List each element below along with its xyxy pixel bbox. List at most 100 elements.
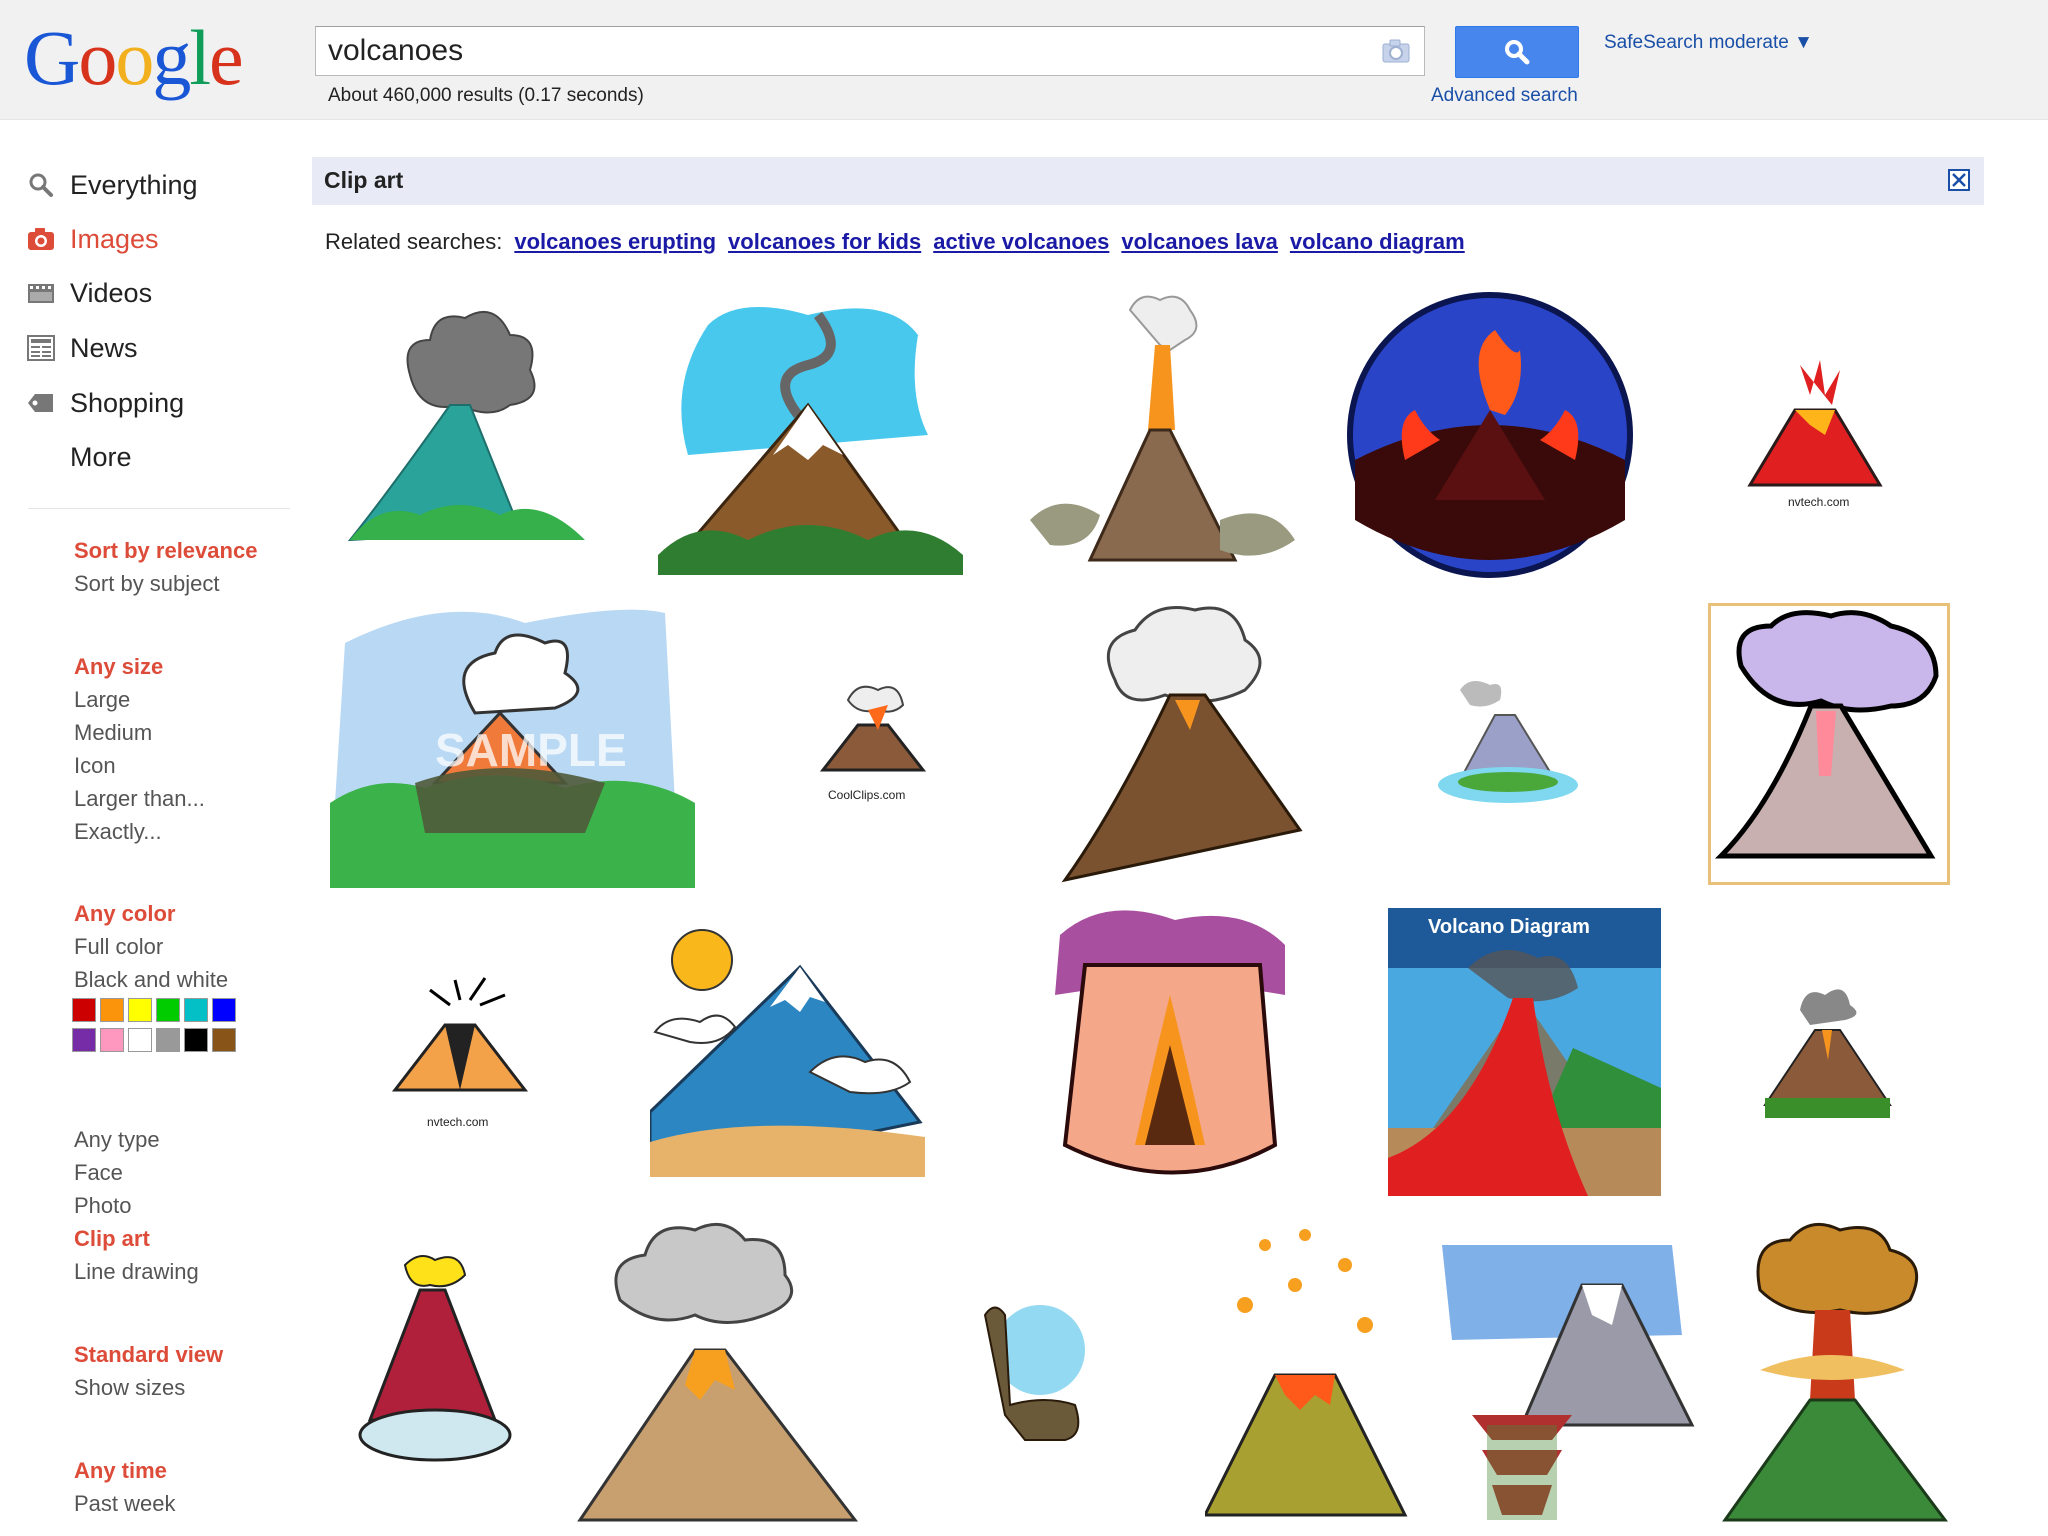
image-result[interactable] bbox=[1055, 600, 1310, 890]
nav-item-label: Shopping bbox=[70, 387, 185, 418]
image-result[interactable] bbox=[1430, 670, 1585, 810]
logo-letter: G bbox=[24, 14, 80, 101]
color-swatch[interactable] bbox=[184, 998, 208, 1022]
color-swatch[interactable] bbox=[156, 1028, 180, 1052]
tool-full-color[interactable]: Full color bbox=[74, 933, 163, 961]
tool-type-line-drawing[interactable]: Line drawing bbox=[74, 1258, 199, 1286]
color-swatch[interactable] bbox=[128, 1028, 152, 1052]
close-icon[interactable] bbox=[1948, 169, 1970, 191]
tool-size-medium[interactable]: Medium bbox=[74, 719, 152, 747]
image-result[interactable] bbox=[1045, 905, 1295, 1200]
color-swatch[interactable] bbox=[72, 1028, 96, 1052]
related-link[interactable]: volcanoes erupting bbox=[514, 229, 716, 254]
header-bar: Google SafeSearch moderate ▼ About 460,0… bbox=[0, 0, 2048, 120]
nav-item-label: Everything bbox=[70, 169, 198, 200]
sample-watermark: SAMPLE bbox=[435, 724, 627, 776]
nav-item-label: Images bbox=[70, 223, 159, 254]
image-result[interactable] bbox=[1432, 1225, 1702, 1525]
image-result[interactable] bbox=[575, 1220, 860, 1530]
newspaper-icon bbox=[26, 333, 56, 363]
image-result[interactable] bbox=[650, 922, 925, 1177]
tool-type-photo[interactable]: Photo bbox=[74, 1192, 132, 1220]
diagram-title: Volcano Diagram bbox=[1428, 916, 1590, 938]
nav-item-everything[interactable]: Everything bbox=[26, 165, 198, 205]
image-result[interactable]: nvtech.com bbox=[1740, 355, 1890, 515]
camera-icon[interactable] bbox=[1382, 39, 1410, 63]
image-result[interactable] bbox=[340, 290, 600, 560]
image-result[interactable] bbox=[1708, 603, 1950, 885]
related-link[interactable]: active volcanoes bbox=[933, 229, 1109, 254]
watermark-text: CoolClips.com bbox=[828, 788, 906, 802]
tool-any-color[interactable]: Any color bbox=[74, 900, 175, 928]
tool-any-type[interactable]: Any type bbox=[74, 1126, 160, 1154]
color-swatch[interactable] bbox=[212, 1028, 236, 1052]
image-result[interactable] bbox=[965, 1295, 1095, 1445]
logo-letter: o bbox=[115, 14, 154, 101]
image-result[interactable] bbox=[648, 295, 968, 585]
related-label: Related searches: bbox=[325, 229, 503, 254]
related-link[interactable]: volcanoes for kids bbox=[728, 229, 921, 254]
nav-item-label: News bbox=[70, 332, 138, 363]
image-result[interactable]: nvtech.com bbox=[385, 970, 535, 1129]
tool-any-time[interactable]: Any time bbox=[74, 1457, 167, 1485]
nav-item-label: Videos bbox=[70, 277, 153, 308]
safesearch-menu[interactable]: SafeSearch moderate ▼ bbox=[1604, 32, 1813, 54]
image-result[interactable]: CoolClips.com bbox=[808, 680, 938, 802]
tool-standard-view[interactable]: Standard view bbox=[74, 1341, 223, 1369]
image-result[interactable]: Volcano Diagram bbox=[1388, 908, 1661, 1196]
tag-icon bbox=[26, 388, 56, 418]
search-box[interactable] bbox=[315, 26, 1425, 76]
related-link[interactable]: volcano diagram bbox=[1290, 229, 1465, 254]
tool-size-exactly[interactable]: Exactly... bbox=[74, 818, 162, 846]
google-logo[interactable]: Google bbox=[24, 8, 244, 108]
nav-item-shopping[interactable]: Shopping bbox=[26, 383, 184, 423]
image-result[interactable] bbox=[1760, 980, 1895, 1125]
search-button[interactable] bbox=[1455, 26, 1579, 78]
nav-item-images[interactable]: Images bbox=[26, 219, 159, 259]
search-icon bbox=[26, 170, 56, 200]
color-swatch[interactable] bbox=[72, 998, 96, 1022]
film-icon bbox=[26, 278, 56, 308]
color-swatches bbox=[72, 998, 262, 1058]
color-swatch[interactable] bbox=[100, 1028, 124, 1052]
advanced-search-link[interactable]: Advanced search bbox=[1431, 85, 1578, 107]
search-icon bbox=[1505, 40, 1530, 65]
image-result[interactable] bbox=[1720, 1220, 1950, 1525]
image-result[interactable] bbox=[350, 1250, 530, 1490]
nav-item-videos[interactable]: Videos bbox=[26, 273, 152, 313]
tool-black-and-white[interactable]: Black and white bbox=[74, 966, 228, 994]
color-swatch[interactable] bbox=[184, 1028, 208, 1052]
watermark-text: nvtech.com bbox=[1788, 495, 1850, 509]
tool-type-face[interactable]: Face bbox=[74, 1159, 123, 1187]
nav-divider bbox=[28, 508, 290, 509]
color-swatch[interactable] bbox=[100, 998, 124, 1022]
tool-show-sizes[interactable]: Show sizes bbox=[74, 1374, 185, 1402]
image-result[interactable] bbox=[1020, 290, 1300, 580]
image-result[interactable] bbox=[1345, 290, 1635, 580]
color-swatch[interactable] bbox=[212, 998, 236, 1022]
tool-sort-subject[interactable]: Sort by subject bbox=[74, 570, 220, 598]
clipart-title: Clip art bbox=[324, 167, 404, 193]
logo-letter: g bbox=[152, 14, 191, 101]
color-swatch[interactable] bbox=[128, 998, 152, 1022]
color-swatch[interactable] bbox=[156, 998, 180, 1022]
tool-size-icon[interactable]: Icon bbox=[74, 752, 116, 780]
tool-size-larger-than[interactable]: Larger than... bbox=[74, 785, 205, 813]
nav-item-more[interactable]: More bbox=[26, 437, 132, 477]
result-stats: About 460,000 results (0.17 seconds) bbox=[328, 85, 644, 106]
tool-past-week[interactable]: Past week bbox=[74, 1490, 176, 1518]
tool-type-clip-art[interactable]: Clip art bbox=[74, 1225, 150, 1253]
image-result[interactable] bbox=[1205, 1225, 1410, 1525]
tool-size-large[interactable]: Large bbox=[74, 686, 130, 714]
tool-any-size[interactable]: Any size bbox=[74, 653, 163, 681]
tool-sort-relevance[interactable]: Sort by relevance bbox=[74, 537, 257, 565]
watermark-text: nvtech.com bbox=[427, 1115, 489, 1129]
related-link[interactable]: volcanoes lava bbox=[1121, 229, 1278, 254]
nav-item-news[interactable]: News bbox=[26, 328, 138, 368]
logo-letter: l bbox=[189, 14, 211, 101]
clipart-bar: Clip art bbox=[312, 157, 1984, 205]
logo-letter: e bbox=[209, 14, 244, 101]
image-result[interactable]: SAMPLE bbox=[325, 603, 700, 888]
search-input[interactable] bbox=[328, 27, 1328, 75]
logo-letter: o bbox=[78, 14, 117, 101]
